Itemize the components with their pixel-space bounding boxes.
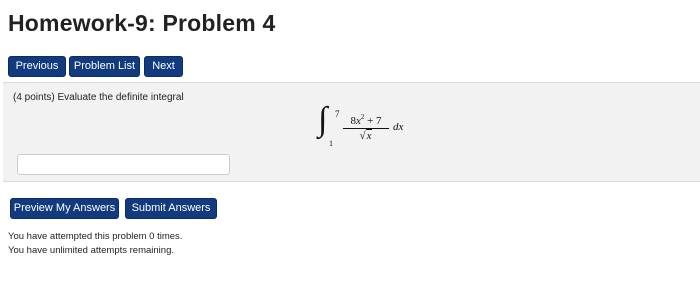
numerator-constant: + 7 <box>364 115 382 127</box>
submit-answers-button[interactable]: Submit Answers <box>125 198 217 219</box>
homework-page: Homework-9: Problem 4 Previous Problem L… <box>0 0 700 290</box>
page-title: Homework-9: Problem 4 <box>8 10 276 36</box>
problem-list-button[interactable]: Problem List <box>69 56 140 77</box>
next-button[interactable]: Next <box>144 56 183 77</box>
previous-button[interactable]: Previous <box>8 56 66 77</box>
preview-answers-button[interactable]: Preview My Answers <box>10 198 119 219</box>
integral-sign: ∫ <box>318 101 328 138</box>
problem-prompt: (4 points) Evaluate the definite integra… <box>13 92 184 103</box>
integrand-numerator: 8x2 + 7 <box>342 113 390 127</box>
remaining-attempts-status: You have unlimited attempts remaining. <box>8 245 174 256</box>
radicand-variable: x <box>365 129 373 142</box>
differential: dx <box>393 121 404 133</box>
integrand-denominator: √x <box>342 129 390 142</box>
upper-limit: 7 <box>335 109 340 119</box>
integral-expression: ∫ 7 1 8x2 + 7 √x dx <box>318 103 428 153</box>
answer-input[interactable] <box>17 154 230 175</box>
lower-limit: 1 <box>329 139 333 148</box>
radical-sign: √ <box>359 130 366 142</box>
attempts-status: You have attempted this problem 0 times. <box>8 231 183 242</box>
